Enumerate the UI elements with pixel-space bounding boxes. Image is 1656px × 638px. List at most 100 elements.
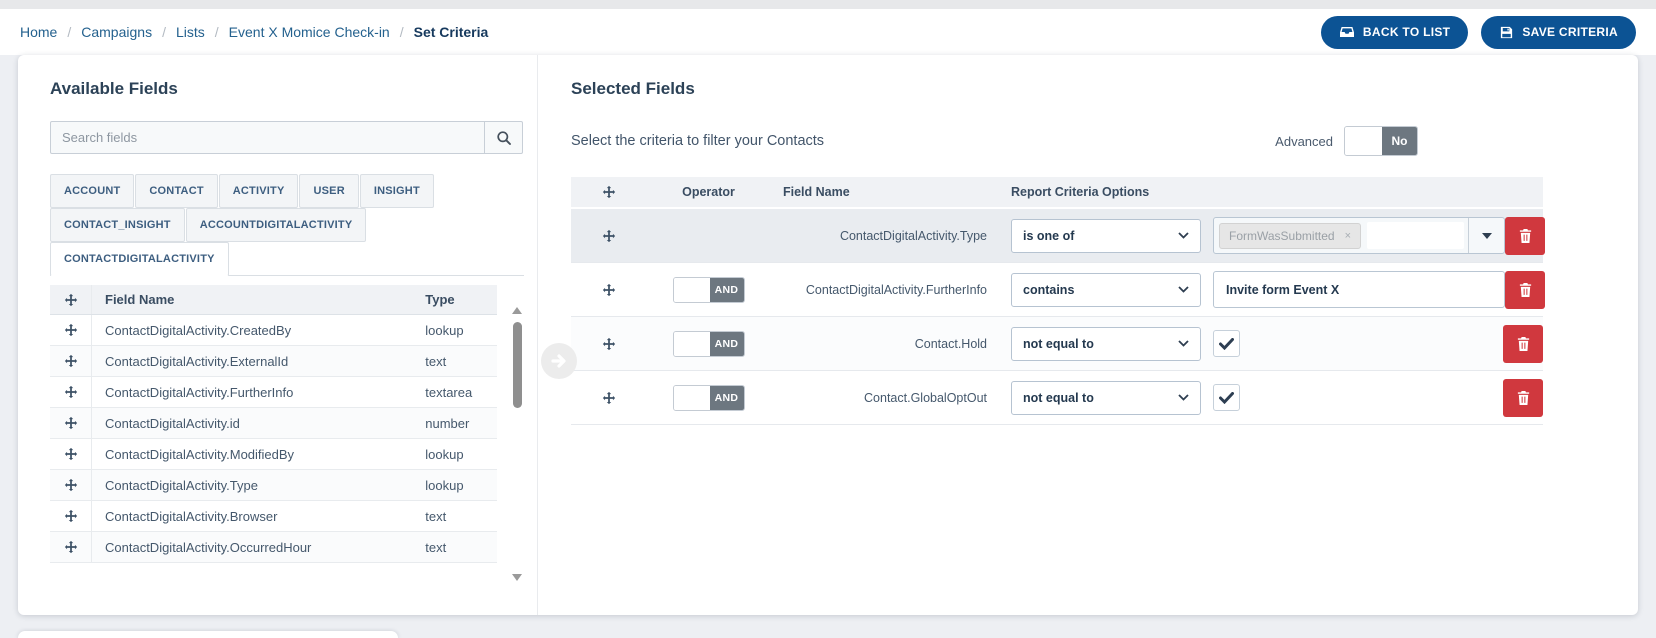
scroll-up-icon[interactable]	[512, 307, 523, 314]
breadcrumb-separator: /	[162, 24, 166, 40]
breadcrumb-lists[interactable]: Lists	[176, 24, 205, 40]
fields-table: Field Name Type ContactDigitalActivity.C…	[50, 285, 498, 581]
field-name: ContactDigitalActivity.id	[105, 415, 240, 431]
field-type: text	[425, 353, 447, 369]
tab-contactdigitalactivity[interactable]: CONTACTDIGITALACTIVITY	[50, 242, 229, 276]
field-type: lookup	[425, 446, 464, 462]
value-chip: FormWasSubmitted ×	[1219, 222, 1362, 249]
operator-toggle[interactable]: AND	[672, 384, 745, 411]
field-row[interactable]: ContactDigitalActivity.Browser text	[50, 501, 498, 532]
operator-header: Operator	[682, 185, 735, 199]
fields-table-body: ContactDigitalActivity.CreatedBy lookup …	[50, 315, 498, 563]
search-row	[50, 121, 523, 154]
tab-activity[interactable]: ACTIVITY	[218, 174, 299, 208]
drag-handle-icon[interactable]	[50, 501, 92, 531]
drag-handle-icon[interactable]	[50, 346, 92, 376]
scrollbar-thumb[interactable]	[512, 322, 522, 408]
search-input[interactable]	[50, 121, 485, 154]
criteria-options-cell: contains	[1011, 270, 1545, 309]
operator-toggle-left	[673, 331, 710, 356]
drag-handle-icon[interactable]	[50, 439, 92, 469]
operator-toggle[interactable]: AND	[672, 276, 745, 303]
multiselect-input[interactable]	[1367, 222, 1464, 249]
condition-select[interactable]: contains	[1011, 272, 1201, 307]
value-checkbox-checked[interactable]	[1213, 384, 1240, 411]
criteria-table-header: Operator Field Name Report Criteria Opti…	[571, 177, 1543, 207]
breadcrumb: Home / Campaigns / Lists / Event X Momic…	[20, 24, 488, 40]
chevron-down-icon	[1178, 394, 1189, 401]
check-icon	[1219, 391, 1234, 404]
trash-icon	[1518, 282, 1533, 298]
field-type: lookup	[425, 477, 464, 493]
condition-value: contains	[1023, 282, 1075, 297]
breadcrumb-list-name[interactable]: Event X Momice Check-in	[229, 24, 390, 40]
move-right-button[interactable]	[541, 343, 577, 379]
chevron-down-icon	[1178, 340, 1189, 347]
drag-handle-icon[interactable]	[50, 408, 92, 438]
scroll-down-icon[interactable]	[512, 574, 523, 581]
field-row[interactable]: ContactDigitalActivity.ModifiedBy lookup	[50, 439, 498, 470]
value-multiselect[interactable]: FormWasSubmitted ×	[1213, 217, 1505, 254]
type-header: Type	[425, 292, 455, 307]
value-checkbox-checked[interactable]	[1213, 330, 1240, 357]
criteria-row: AND Contact.Hold not equal to	[571, 317, 1543, 371]
delete-criteria-button[interactable]	[1503, 378, 1543, 417]
delete-criteria-button[interactable]	[1503, 324, 1543, 363]
tab-contact-insight[interactable]: CONTACT_INSIGHT	[50, 208, 185, 242]
condition-select[interactable]: not equal to	[1011, 326, 1201, 361]
field-name: ContactDigitalActivity.CreatedBy	[105, 322, 292, 338]
field-type: text	[425, 508, 447, 524]
save-icon	[1499, 25, 1514, 40]
field-row[interactable]: ContactDigitalActivity.CreatedBy lookup	[50, 315, 498, 346]
drag-handle-icon[interactable]	[50, 532, 92, 562]
search-button[interactable]	[484, 121, 523, 154]
trash-icon	[1518, 228, 1533, 244]
advanced-toggle[interactable]: No	[1344, 126, 1418, 156]
check-icon	[1219, 337, 1234, 350]
tab-account[interactable]: ACCOUNT	[50, 174, 135, 208]
breadcrumb-separator: /	[399, 24, 404, 40]
field-name-header: Field Name	[105, 292, 175, 307]
delete-criteria-button[interactable]	[1505, 270, 1545, 309]
field-row[interactable]: ContactDigitalActivity.id number	[50, 408, 498, 439]
tab-accountdigitalactivity[interactable]: ACCOUNTDIGITALACTIVITY	[185, 208, 367, 242]
back-to-list-button[interactable]: BACK TO LIST	[1320, 15, 1469, 49]
field-row[interactable]: ContactDigitalActivity.Type lookup	[50, 470, 498, 501]
chip-remove-icon[interactable]: ×	[1345, 230, 1351, 242]
field-row[interactable]: ContactDigitalActivity.OccurredHour text	[50, 532, 498, 563]
condition-select[interactable]: not equal to	[1011, 380, 1201, 415]
condition-value: not equal to	[1023, 390, 1094, 405]
drag-handle-icon[interactable]	[50, 377, 92, 407]
fields-scrollbar[interactable]	[511, 285, 523, 581]
trash-icon	[1516, 390, 1531, 406]
available-fields-title: Available Fields	[50, 79, 178, 98]
field-row[interactable]: ContactDigitalActivity.ExternalId text	[50, 346, 498, 377]
drag-handle-icon[interactable]	[571, 337, 646, 351]
criteria-value-input[interactable]	[1213, 271, 1505, 308]
multiselect-dropdown-button[interactable]	[1468, 218, 1504, 253]
drag-handle-icon[interactable]	[50, 470, 92, 500]
tab-insight[interactable]: INSIGHT	[359, 174, 434, 208]
advanced-toggle-off-half	[1345, 127, 1382, 155]
condition-value: not equal to	[1023, 336, 1094, 351]
criteria-field-name: Contact.Hold	[914, 336, 987, 351]
drag-handle-icon[interactable]	[571, 229, 646, 243]
save-criteria-button[interactable]: SAVE CRITERIA	[1481, 15, 1636, 49]
breadcrumb-campaigns[interactable]: Campaigns	[81, 24, 152, 40]
tab-user[interactable]: USER	[299, 174, 359, 208]
tab-contact[interactable]: CONTACT	[135, 174, 218, 208]
breadcrumb-home[interactable]: Home	[20, 24, 57, 40]
multiselect-body: FormWasSubmitted ×	[1214, 218, 1468, 253]
drag-handle-icon[interactable]	[50, 315, 92, 345]
criteria-subtitle: Select the criteria to filter your Conta…	[571, 133, 825, 149]
criteria-field-name: ContactDigitalActivity.Type	[839, 228, 987, 243]
drag-handle-icon[interactable]	[571, 391, 646, 405]
condition-select[interactable]: is one of	[1011, 218, 1201, 253]
drag-handle-icon[interactable]	[571, 283, 646, 297]
operator-toggle[interactable]: AND	[672, 330, 745, 357]
operator-toggle-left	[673, 385, 710, 410]
delete-criteria-button[interactable]	[1505, 216, 1545, 255]
field-row[interactable]: ContactDigitalActivity.FurtherInfo texta…	[50, 377, 498, 408]
available-fields-panel: Available Fields ACCOUNT CONTACT ACTIVIT…	[18, 55, 538, 615]
move-icon	[50, 285, 92, 314]
